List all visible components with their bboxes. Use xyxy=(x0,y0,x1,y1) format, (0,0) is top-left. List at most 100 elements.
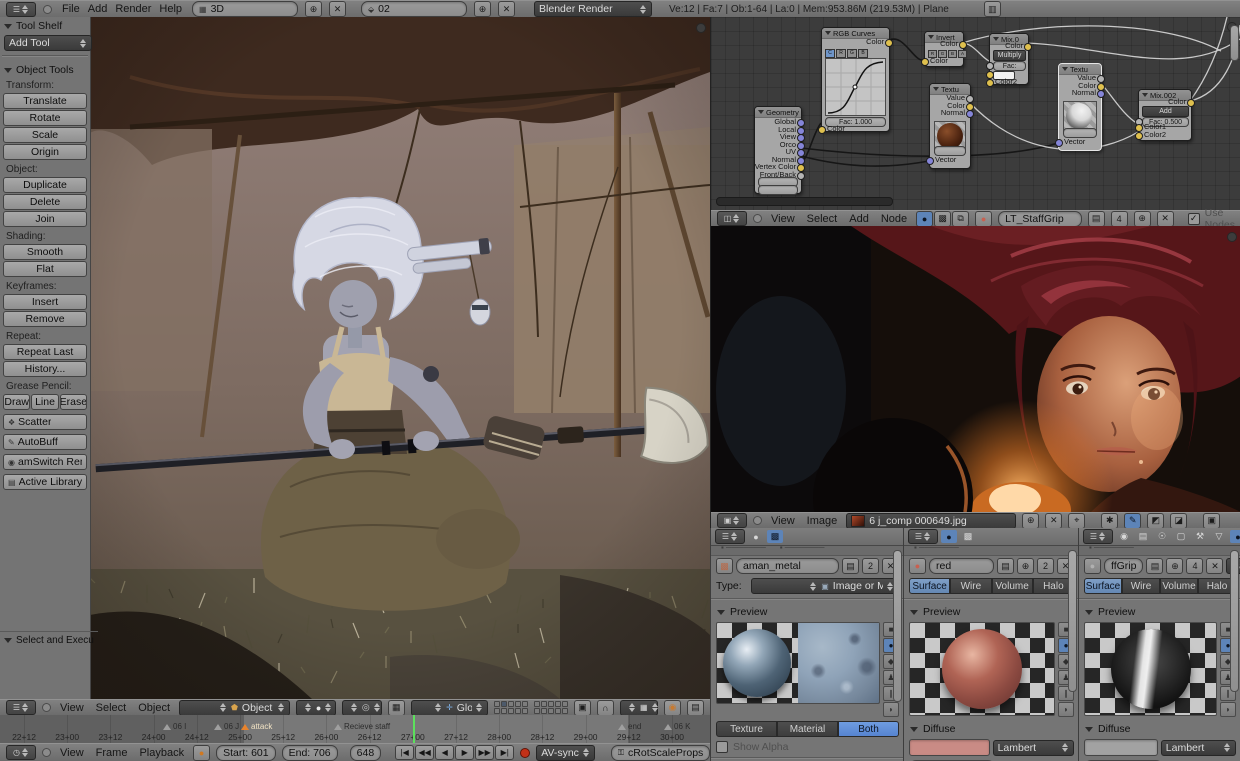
layer-cell[interactable] xyxy=(522,708,528,714)
origin-button[interactable]: Origin xyxy=(3,144,87,160)
join-button[interactable]: Join xyxy=(3,211,87,227)
timeline-marker-06-k[interactable]: 06 K xyxy=(664,722,690,731)
sample-toggle[interactable]: ◪ xyxy=(1170,513,1187,529)
node-menu-node[interactable]: Node xyxy=(878,213,910,225)
info-menu-add[interactable]: Add xyxy=(85,3,111,15)
flat-button[interactable]: Flat xyxy=(3,261,87,277)
texture-tab[interactable]: ▩ xyxy=(767,530,783,543)
users-count[interactable]: 2 xyxy=(1037,558,1054,574)
layer-cell[interactable] xyxy=(515,701,521,707)
channel-b-button[interactable]: B xyxy=(858,49,868,58)
section-header-preview[interactable]: Preview xyxy=(711,602,904,620)
blend-mode-dropdown[interactable]: Multiply xyxy=(993,50,1026,61)
channel-a-toggle[interactable]: A xyxy=(958,50,967,58)
section-header-preview[interactable]: Preview xyxy=(904,602,1079,620)
timeline-marker-06-i[interactable]: 06 I xyxy=(163,722,186,731)
datablock-icon[interactable]: ▩ xyxy=(716,558,733,574)
socket-front-back[interactable] xyxy=(797,172,805,180)
viewport-menu-object[interactable]: Object xyxy=(135,702,173,714)
users-count[interactable]: 4 xyxy=(1186,558,1203,574)
viewport-shading-dropdown[interactable]: ● xyxy=(296,700,336,716)
editor-type-icon[interactable]: ☰ xyxy=(6,700,36,715)
unlink-image-button[interactable]: ✕ xyxy=(1045,513,1062,529)
scene-field[interactable]: ⬙ 02 xyxy=(361,1,467,17)
socket-s[interactable] xyxy=(986,62,994,70)
add-button[interactable]: ⊕ xyxy=(1166,558,1183,574)
socket-color2[interactable] xyxy=(1135,132,1143,140)
playhead[interactable] xyxy=(413,715,415,743)
layer-grid-2[interactable] xyxy=(534,701,568,714)
delete-scene-button[interactable]: ✕ xyxy=(498,1,515,17)
play-button[interactable]: ▶ xyxy=(455,745,474,760)
scene-tab[interactable]: ▤ xyxy=(1135,530,1151,543)
line-button[interactable]: Line xyxy=(31,394,58,410)
pivot-point-dropdown[interactable]: ◎ xyxy=(342,700,382,716)
material-icon[interactable]: ● xyxy=(975,211,992,227)
collapse-menus-icon[interactable] xyxy=(42,748,51,757)
panel-header-select-and-execute[interactable]: Select and Execu xyxy=(0,631,98,647)
node-menu-select[interactable]: Select xyxy=(804,213,841,225)
transform-orientation-dropdown[interactable]: ✛Global xyxy=(411,700,488,716)
mode-volume[interactable]: Volume xyxy=(1160,578,1198,594)
material-nodes-toggle[interactable]: ● xyxy=(916,211,933,227)
layer-cell[interactable] xyxy=(501,701,507,707)
render-tab[interactable]: ◉ xyxy=(1116,530,1132,543)
collapse-menus-icon[interactable] xyxy=(753,516,762,525)
unlink-button[interactable]: ✕ xyxy=(1206,558,1223,574)
render-anim-button[interactable]: ▤ xyxy=(687,700,704,716)
section-header-diffuse[interactable]: Diffuse xyxy=(904,719,1079,737)
timeline-marker-recieve-staff[interactable]: Recieve staff xyxy=(334,722,390,731)
timeline-menu-view[interactable]: View xyxy=(57,747,87,759)
scatter-button[interactable]: ❖Scatter xyxy=(3,414,87,430)
timeline-marker-06-j[interactable]: 06 J xyxy=(214,722,239,731)
node-menu-add[interactable]: Add xyxy=(846,213,872,225)
layer-cell[interactable] xyxy=(501,708,507,714)
scale-button[interactable]: Scale xyxy=(3,127,87,143)
timeline-menu-playback[interactable]: Playback xyxy=(136,747,187,759)
world-tab[interactable]: ☉ xyxy=(1154,530,1170,543)
collapse-menus-icon[interactable] xyxy=(42,703,51,712)
layer-cell[interactable] xyxy=(508,708,514,714)
curve-widget[interactable] xyxy=(825,58,886,116)
layer-cell[interactable] xyxy=(562,708,568,714)
panel-header-object-tools[interactable]: Object Tools xyxy=(0,61,90,77)
browse-button[interactable]: ▤ xyxy=(842,558,859,574)
layer-cell[interactable] xyxy=(555,708,561,714)
vertical-scrollbar[interactable] xyxy=(1230,550,1239,692)
mode-volume[interactable]: Volume xyxy=(992,578,1033,594)
mask-mode-toggle[interactable]: ✎ xyxy=(1124,513,1141,529)
collapse-menus-icon[interactable] xyxy=(43,5,52,14)
editor-type-icon[interactable]: ◷ xyxy=(6,745,36,760)
unlink-material-button[interactable]: ✕ xyxy=(1157,211,1174,227)
duplicate-button[interactable]: Duplicate xyxy=(3,177,87,193)
channel-display-toggle[interactable]: ◩ xyxy=(1147,513,1164,529)
socket-uv[interactable] xyxy=(797,149,805,157)
insert-button[interactable]: Insert xyxy=(3,294,87,310)
use-nodes-checkbox[interactable]: ✓Use Nodes xyxy=(1188,207,1235,227)
render-engine-dropdown[interactable]: Blender Render xyxy=(534,1,652,17)
timeline-menu-frame[interactable]: Frame xyxy=(93,747,131,759)
rotate-button[interactable]: Rotate xyxy=(3,110,87,126)
browse-material-button[interactable]: ▤ xyxy=(1088,211,1105,227)
add-image-button[interactable]: ⊕ xyxy=(1022,513,1039,529)
layer-cell[interactable] xyxy=(541,708,547,714)
viewport-menu-view[interactable]: View xyxy=(57,702,87,714)
socket-value[interactable] xyxy=(966,95,974,103)
image-name-field[interactable]: 6 j_comp 000649.jpg xyxy=(846,513,1016,529)
add-scene-button[interactable]: ⊕ xyxy=(474,1,491,17)
translate-button[interactable]: Translate xyxy=(3,93,87,109)
layer-cell[interactable] xyxy=(494,708,500,714)
texture-tab[interactable]: ▩ xyxy=(960,530,976,543)
socket-color[interactable] xyxy=(921,58,929,66)
active-library-button[interactable]: ▤Active Library xyxy=(3,474,87,490)
layer-cell[interactable] xyxy=(548,708,554,714)
play-reverse-button[interactable]: ◀ xyxy=(435,745,454,760)
socket-s[interactable] xyxy=(986,71,994,79)
panel-header-tool-shelf[interactable]: Tool Shelf xyxy=(0,17,90,33)
erase-button[interactable]: Erase xyxy=(60,394,87,410)
pin-icon[interactable]: ⌖ xyxy=(1068,513,1085,529)
timeline-marker-attack[interactable]: attack xyxy=(241,722,272,731)
mode-wire[interactable]: Wire xyxy=(950,578,991,594)
show-texture-button[interactable]: Texture xyxy=(716,721,777,737)
socket-vector[interactable] xyxy=(926,157,934,165)
